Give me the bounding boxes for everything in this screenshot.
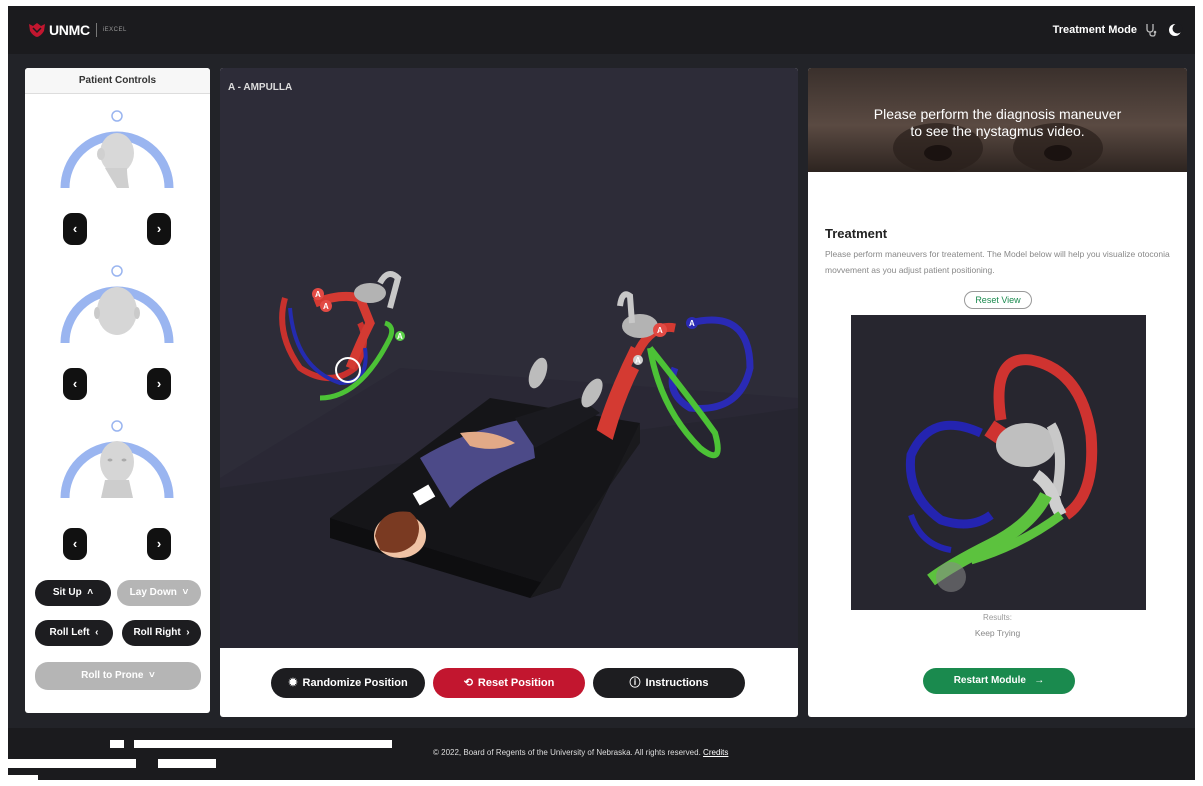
- svg-text:A: A: [657, 326, 663, 335]
- roll-to-prone-label: Roll to Prone: [81, 670, 144, 681]
- chevron-up-icon: ˄: [84, 587, 94, 598]
- restart-label: Restart Module: [953, 675, 1026, 686]
- svg-text:A: A: [635, 356, 641, 365]
- otoconia-model: [905, 354, 1098, 592]
- yaw-next-button[interactable]: ›: [147, 213, 171, 245]
- logo-divider: [95, 23, 97, 37]
- results-panel: Please perform the diagnosis maneuver to…: [808, 68, 1187, 717]
- credits-link[interactable]: Credits: [703, 748, 728, 757]
- chevron-down-icon: ˅: [146, 670, 155, 681]
- svg-text:A: A: [323, 302, 329, 311]
- message-line-1: Please perform the diagnosis maneuver: [873, 106, 1122, 122]
- sit-up-label: Sit Up: [52, 587, 82, 598]
- chevron-right-icon: ›: [183, 627, 190, 638]
- unmc-logo[interactable]: UNMC iEXCEL: [28, 22, 127, 38]
- roll-right-button[interactable]: Roll Right ›: [122, 620, 201, 646]
- redaction-bar: [158, 759, 216, 768]
- scene-render: A A A A A A: [220, 271, 798, 648]
- head-roll-dial[interactable]: [57, 418, 177, 498]
- instructions-label: Instructions: [645, 677, 709, 689]
- redaction-bar: [0, 759, 136, 768]
- logo-text: UNMC: [49, 22, 90, 38]
- reset-view-button[interactable]: Reset View: [964, 291, 1032, 309]
- scene-panel: A - AMPULLA A A A A A A ✹ Randomize Posi…: [220, 68, 798, 717]
- head-front-icon: [100, 441, 134, 498]
- otoconia-marker: [936, 562, 966, 592]
- redaction-bar: [134, 740, 392, 748]
- stethoscope-icon[interactable]: [1145, 23, 1157, 37]
- results-label: Results:: [983, 613, 1012, 622]
- info-icon: ⓘ: [629, 677, 641, 689]
- roll-next-button[interactable]: ›: [147, 528, 171, 560]
- message-line-2: to see the nystagmus video.: [910, 123, 1085, 139]
- restart-module-button[interactable]: Restart Module →: [923, 668, 1075, 694]
- patient-controls-title: Patient Controls: [25, 68, 210, 94]
- roll-left-button[interactable]: Roll Left ‹: [35, 620, 113, 646]
- copyright-label: © 2022, Board of Regents of the Universi…: [433, 748, 701, 757]
- sit-up-button[interactable]: Sit Up ˄: [35, 580, 111, 606]
- chevron-left-icon: ‹: [92, 627, 99, 638]
- head-pitch-dial[interactable]: [57, 263, 177, 343]
- roll-left-label: Roll Left: [49, 627, 90, 638]
- page-footer: © 2022, Board of Regents of the Universi…: [8, 728, 1195, 780]
- treatment-description: Please perform maneuvers for treatement.…: [825, 249, 1170, 275]
- top-header: UNMC iEXCEL Treatment Mode: [8, 6, 1195, 54]
- redaction-bar: [110, 740, 124, 748]
- logo-subtext: iEXCEL: [102, 27, 127, 33]
- patient-controls-panel: Patient Controls ‹ › ‹ › ‹ › Sit Up ˄ La…: [25, 68, 210, 713]
- randomize-position-button[interactable]: ✹ Randomize Position: [271, 668, 425, 698]
- video-placeholder-message: Please perform the diagnosis maneuver to…: [808, 106, 1187, 140]
- copyright-text: © 2022, Board of Regents of the Universi…: [433, 748, 728, 757]
- pitch-next-button[interactable]: ›: [147, 368, 171, 400]
- svg-text:A: A: [689, 319, 695, 328]
- lay-down-label: Lay Down: [129, 587, 177, 598]
- lay-down-button[interactable]: Lay Down ˅: [117, 580, 201, 606]
- head-yaw-dial[interactable]: [57, 108, 177, 188]
- chevron-down-icon: ˅: [179, 587, 189, 598]
- unmc-shield-icon: [29, 23, 45, 37]
- randomize-label: Randomize Position: [302, 677, 408, 689]
- mode-label: Treatment Mode: [1052, 24, 1137, 36]
- roll-right-label: Roll Right: [133, 627, 181, 638]
- arrow-right-icon: →: [1028, 675, 1045, 686]
- nystagmus-video: Please perform the diagnosis maneuver to…: [808, 68, 1187, 172]
- results-value: Keep Trying: [974, 628, 1021, 638]
- 3d-viewport[interactable]: A - AMPULLA A A A A A A: [220, 68, 798, 648]
- pitch-prev-button[interactable]: ‹: [63, 368, 87, 400]
- svg-text:A: A: [397, 332, 403, 341]
- moon-icon[interactable]: [1167, 22, 1183, 38]
- app-window: UNMC iEXCEL Treatment Mode Patient Contr…: [8, 6, 1195, 780]
- reset-position-button[interactable]: ⟲ Reset Position: [433, 668, 585, 698]
- redaction-bar: [0, 775, 38, 786]
- gear-icon: ✹: [288, 677, 298, 689]
- svg-text:A: A: [315, 290, 321, 299]
- treatment-title: Treatment: [825, 226, 888, 241]
- roll-prev-button[interactable]: ‹: [63, 528, 87, 560]
- refresh-icon: ⟲: [463, 677, 473, 689]
- reset-label: Reset Position: [477, 677, 555, 689]
- instructions-button[interactable]: ⓘ Instructions: [593, 668, 745, 698]
- roll-to-prone-button[interactable]: Roll to Prone ˅: [35, 662, 201, 690]
- otoconia-model-viewer[interactable]: [851, 315, 1146, 610]
- yaw-prev-button[interactable]: ‹: [63, 213, 87, 245]
